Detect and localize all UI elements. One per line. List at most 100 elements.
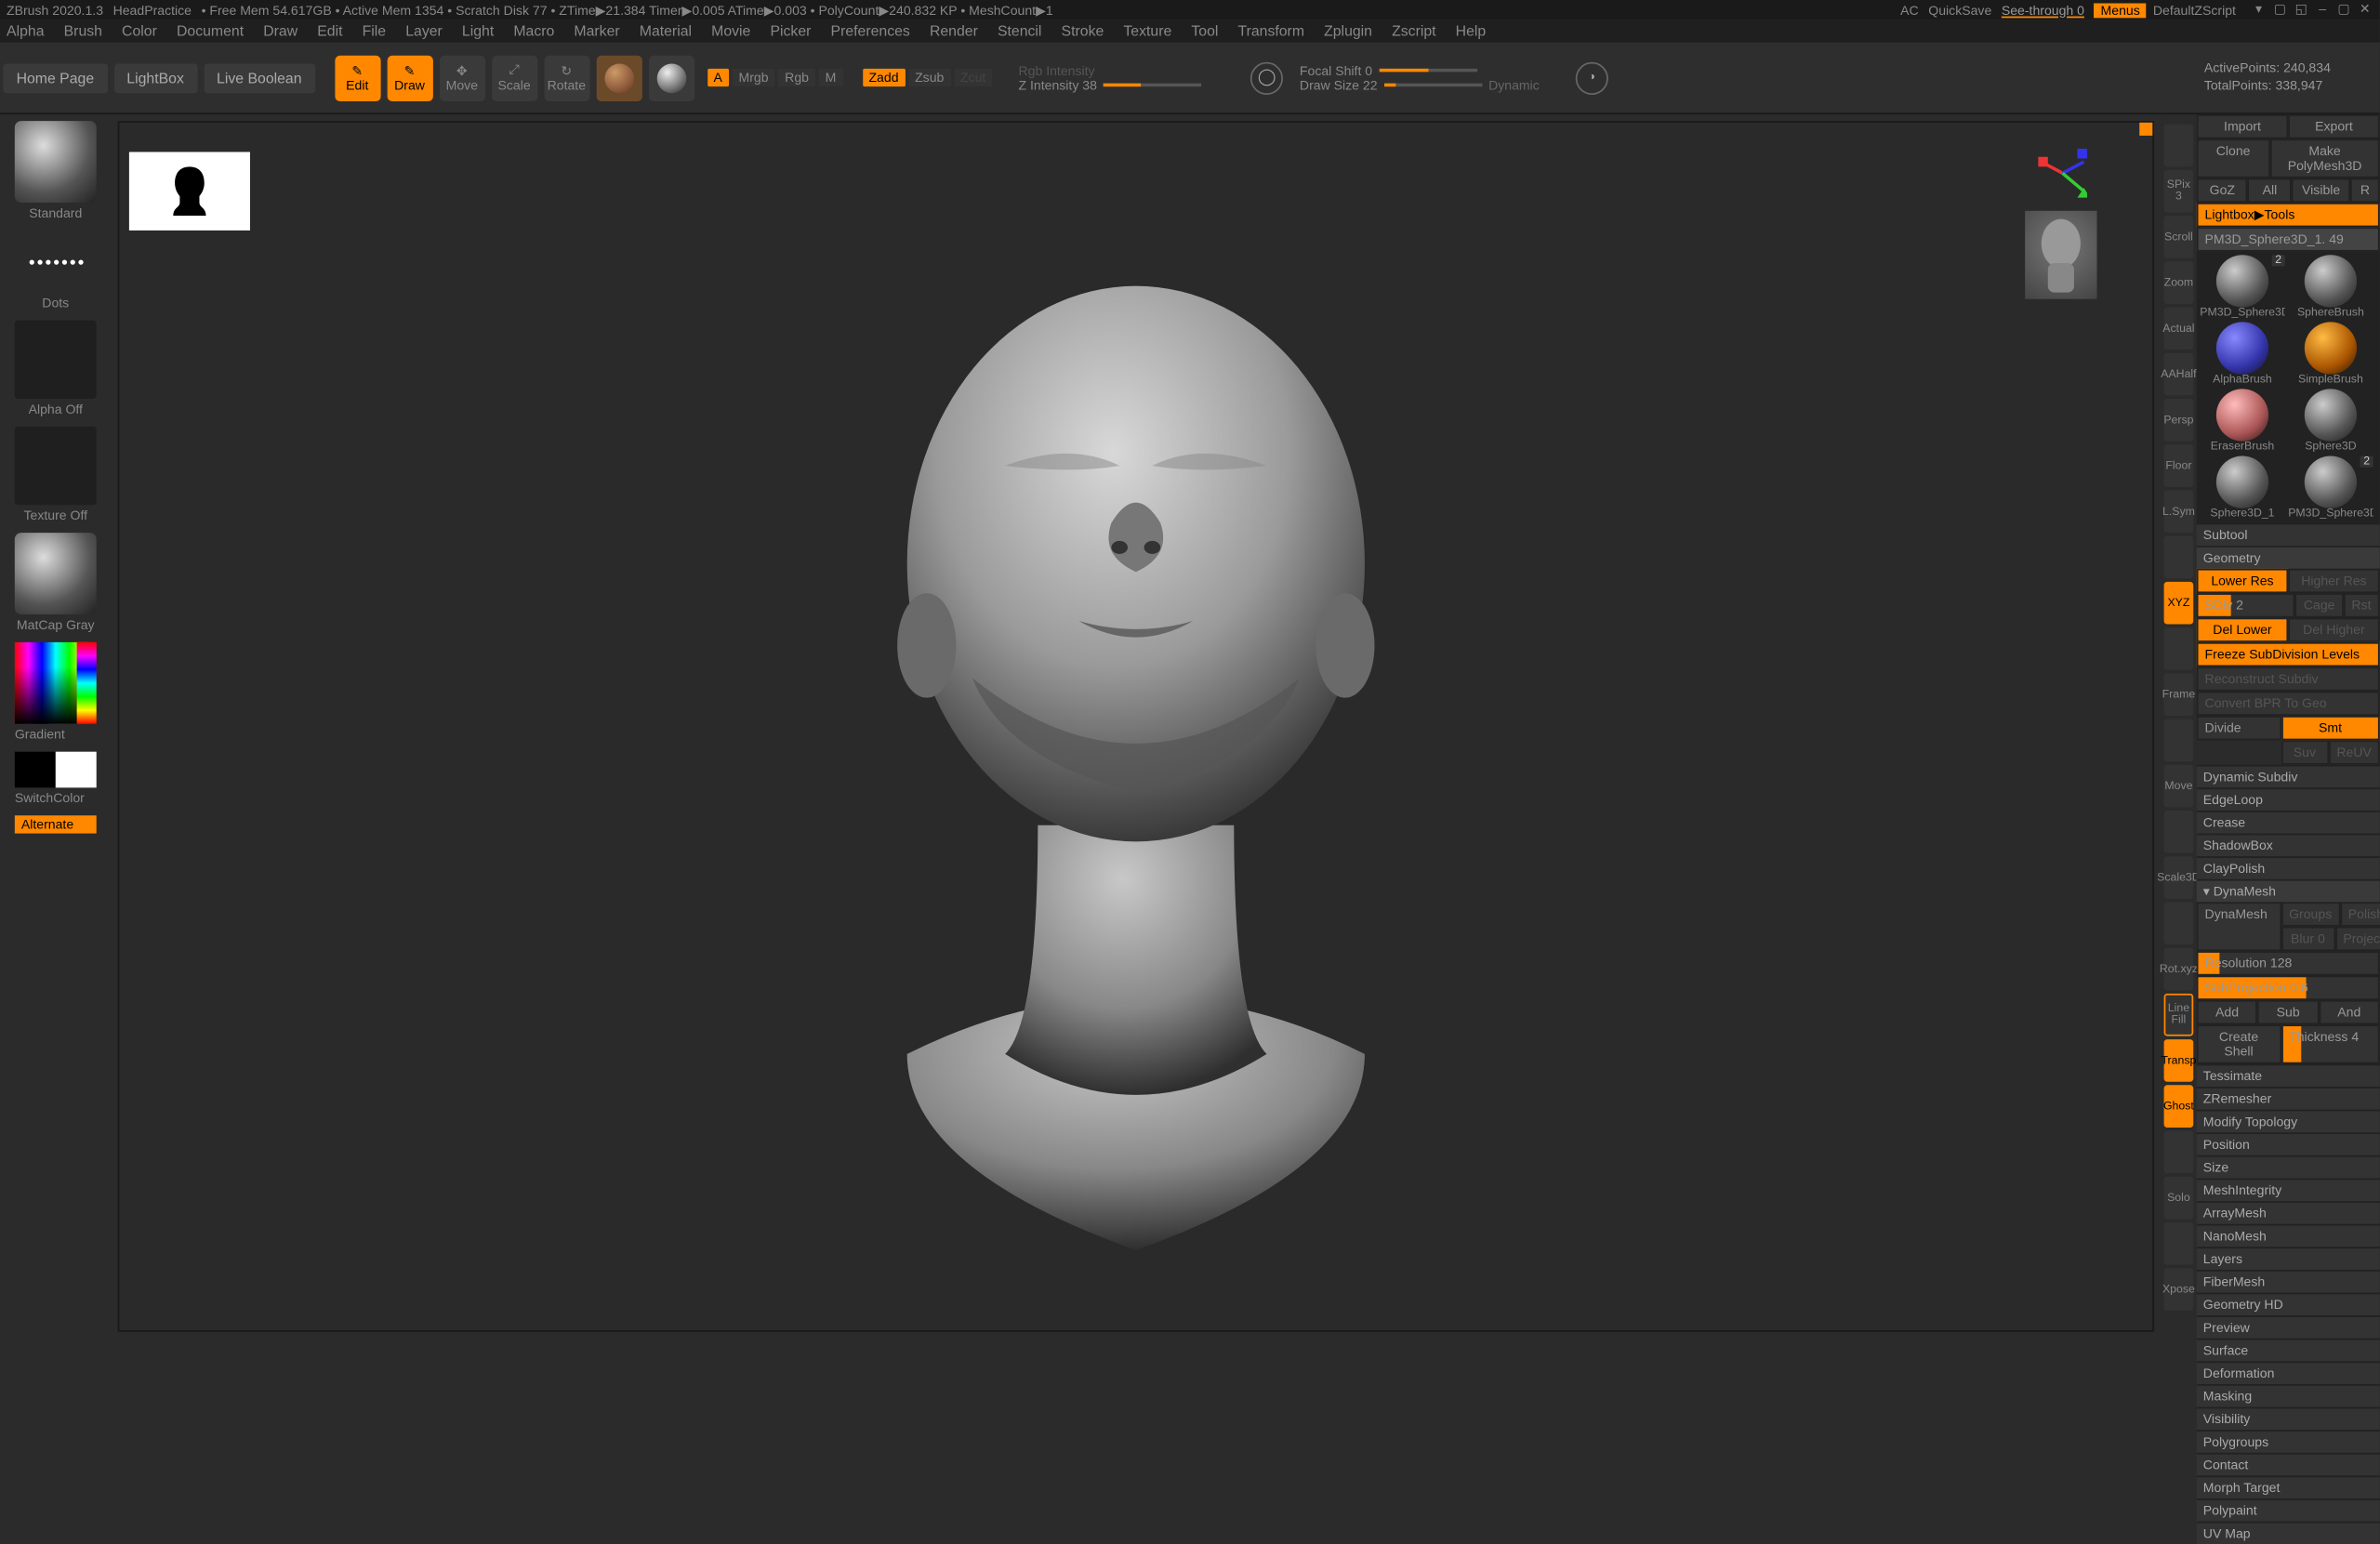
strip-scroll[interactable]: Scroll [2164,216,2194,258]
section-polypaint[interactable]: Polypaint [2197,1498,2380,1522]
section-uv-map[interactable]: UV Map [2197,1522,2380,1544]
strip-icon-22[interactable] [2164,1131,2194,1174]
tool-sphere3d[interactable]: Sphere3D [2288,389,2373,453]
lower-res-button[interactable]: Lower Res [2197,569,2288,593]
strip-l-sym[interactable]: L.Sym [2164,490,2194,533]
switchcolor-button[interactable]: SwitchColor [15,791,85,806]
divide-button[interactable]: Divide [2197,716,2281,740]
sculpt-mesh[interactable] [809,253,1462,1299]
material-sphere-button[interactable] [596,55,641,100]
menu-render[interactable]: Render [930,23,978,40]
menu-zscript[interactable]: Zscript [1392,23,1435,40]
section-geometry-hd[interactable]: Geometry HD [2197,1293,2380,1316]
strip-rot-xyz[interactable]: Rot.xyz [2164,948,2194,991]
section-fibermesh[interactable]: FiberMesh [2197,1270,2380,1293]
sdiv-slider[interactable]: SDiv 2 [2197,593,2295,617]
close-icon[interactable]: ✕ [2357,2,2373,19]
menu-material[interactable]: Material [640,23,692,40]
menu-macro[interactable]: Macro [513,23,554,40]
goz-button[interactable]: GoZ [2197,178,2248,203]
section-polygroups[interactable]: Polygroups [2197,1430,2380,1453]
and-button[interactable]: And [2319,1000,2380,1024]
seethrough-slider[interactable]: See-through 0 [2002,3,2084,18]
texture-slot[interactable] [15,427,97,505]
strip-icon-0[interactable] [2164,125,2194,167]
hide-icon[interactable]: ▢ [2272,2,2289,19]
strip-line-fill[interactable]: Line Fill [2164,994,2194,1036]
alternate-button[interactable]: Alternate [15,815,97,833]
groups-toggle[interactable]: Groups [2281,902,2340,926]
scale-mode-button[interactable]: ⤢Scale [491,55,536,100]
tool-pm3d-sphere3d[interactable]: PM3D_Sphere3D2 [2288,455,2373,520]
color-swatches[interactable] [15,752,97,788]
sub-button[interactable]: Sub [2257,1000,2319,1024]
section-deformation[interactable]: Deformation [2197,1361,2380,1384]
menu-alpha[interactable]: Alpha [7,23,44,40]
section-masking[interactable]: Masking [2197,1384,2380,1407]
menu-stroke[interactable]: Stroke [1062,23,1104,40]
drawsize-track[interactable] [1384,84,1482,87]
document-thumbnail[interactable] [129,152,250,230]
dynamesh-button[interactable]: DynaMesh [2197,902,2281,951]
edgeloop-section[interactable]: EdgeLoop [2197,787,2380,811]
clone-button[interactable]: Clone [2197,139,2270,178]
strip-scale3d[interactable]: Scale3D [2164,856,2194,899]
material-preview[interactable] [15,533,97,614]
current-tool-name[interactable]: PM3D_Sphere3D_1. 49 [2197,227,2380,251]
menu-stencil[interactable]: Stencil [998,23,1041,40]
focal-shift-slider[interactable]: Focal Shift 0 [1300,63,1372,78]
menu-light[interactable]: Light [462,23,494,40]
strip-icon-15[interactable] [2164,811,2194,853]
menu-zplugin[interactable]: Zplugin [1324,23,1372,40]
menu-movie[interactable]: Movie [711,23,750,40]
create-shell-button[interactable]: Create Shell [2197,1024,2281,1063]
strip-icon-24[interactable] [2164,1222,2194,1265]
polish-toggle[interactable]: Polish [2340,902,2380,926]
cage-button[interactable]: Cage [2295,593,2343,617]
menu-color[interactable]: Color [122,23,157,40]
zintensity-slider[interactable]: Z Intensity 38 [1018,78,1096,93]
freeze-subdiv-button[interactable]: Freeze SubDivision Levels [2197,642,2380,666]
minimize-icon[interactable]: – [2314,2,2331,19]
zcut-toggle[interactable]: Zcut [954,69,992,86]
tool-sphere3d-1[interactable]: Sphere3D_1 [2200,455,2284,520]
strip-icon-9[interactable] [2164,536,2194,579]
mrgb-toggle[interactable]: Mrgb [733,69,775,86]
alpha-slot[interactable] [15,321,97,399]
strip-spix-3[interactable]: SPix 3 [2164,170,2194,213]
menu-texture[interactable]: Texture [1123,23,1171,40]
menu-tool[interactable]: Tool [1191,23,1218,40]
zsub-toggle[interactable]: Zsub [908,69,950,86]
menu-document[interactable]: Document [177,23,244,40]
del-lower-button[interactable]: Del Lower [2197,618,2288,642]
rst-button[interactable]: Rst [2343,593,2379,617]
lightbox-tools[interactable]: Lightbox▶Tools [2197,203,2380,227]
menu-edit[interactable]: Edit [317,23,342,40]
strip-xpose[interactable]: Xpose [2164,1268,2194,1311]
a-toggle[interactable]: A [707,69,729,86]
section-surface[interactable]: Surface [2197,1339,2380,1362]
quicksave-button[interactable]: QuickSave [1928,3,1991,18]
menu-transform[interactable]: Transform [1237,23,1304,40]
section-morph-target[interactable]: Morph Target [2197,1475,2380,1498]
menu-picker[interactable]: Picker [770,23,811,40]
menu-preferences[interactable]: Preferences [831,23,910,40]
strip-aahalf[interactable]: AAHalf [2164,353,2194,396]
viewport[interactable] [118,121,2154,1332]
crease-section[interactable]: Crease [2197,811,2380,834]
rgb-toggle[interactable]: Rgb [778,69,815,86]
strip-transp[interactable]: Transp [2164,1039,2194,1082]
lightbox-button[interactable]: LightBox [113,63,197,93]
section-contact[interactable]: Contact [2197,1453,2380,1476]
maximize-icon[interactable]: ▢ [2335,2,2352,19]
reuv-button[interactable]: ReUV [2329,740,2380,764]
section-visibility[interactable]: Visibility [2197,1407,2380,1431]
del-higher-button[interactable]: Del Higher [2288,618,2379,642]
suv-button[interactable]: Suv [2281,740,2328,764]
zintensity-track[interactable] [1104,84,1201,87]
menu-draw[interactable]: Draw [263,23,298,40]
strip-floor[interactable]: Floor [2164,444,2194,487]
smt-button[interactable]: Smt [2281,716,2379,740]
section-arraymesh[interactable]: ArrayMesh [2197,1201,2380,1224]
strip-zoom[interactable]: Zoom [2164,261,2194,304]
